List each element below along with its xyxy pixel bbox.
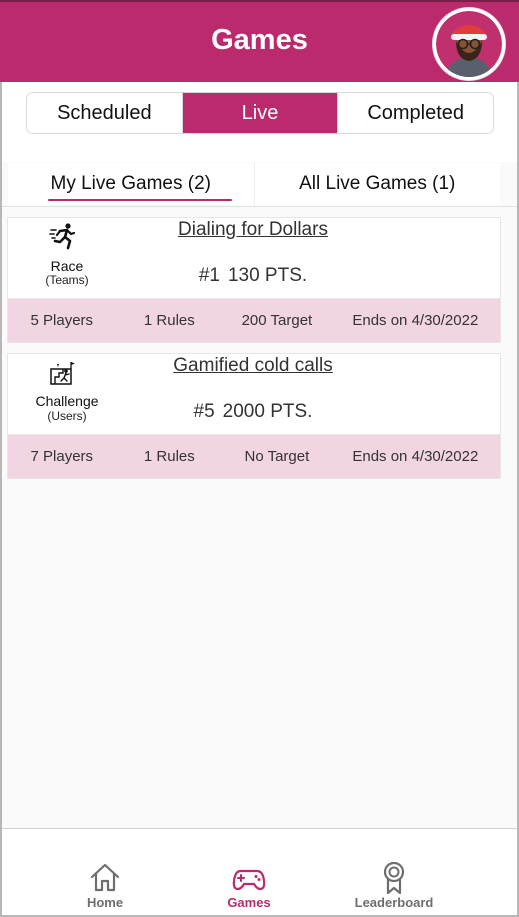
nav-home[interactable]: Home bbox=[50, 829, 160, 916]
nav-leaderboard[interactable]: Leaderboard bbox=[339, 829, 449, 916]
players-count: 7 Players bbox=[30, 448, 94, 465]
challenge-climb-icon bbox=[50, 362, 75, 385]
award-ribbon-icon bbox=[383, 861, 405, 895]
target-value: 200 Target bbox=[241, 312, 313, 329]
rules-count: 1 Rules bbox=[143, 312, 195, 329]
game-type-label: Race bbox=[50, 258, 84, 274]
points-value: 130 PTS. bbox=[227, 265, 308, 286]
game-card[interactable]: Challenge (Users) Gamified cold calls #5… bbox=[7, 353, 501, 479]
players-count: 5 Players bbox=[30, 312, 94, 329]
live-games-subtabs: My Live Games (2) All Live Games (1) bbox=[8, 163, 500, 205]
game-rank-points: #1 130 PTS. bbox=[126, 265, 380, 287]
bottom-navigation: Home Games Leaderboard bbox=[2, 828, 517, 915]
tab-scheduled[interactable]: Scheduled bbox=[27, 93, 182, 133]
running-person-icon bbox=[49, 223, 76, 250]
nav-leaderboard-label: Leaderboard bbox=[354, 895, 434, 910]
tab-all-live-games[interactable]: All Live Games (1) bbox=[253, 163, 501, 205]
target-value: No Target bbox=[244, 448, 310, 465]
nav-games[interactable]: Games bbox=[194, 829, 304, 916]
nav-games-label: Games bbox=[227, 895, 271, 910]
game-type-sub: (Users) bbox=[47, 409, 87, 423]
game-title-link[interactable]: Dialing for Dollars bbox=[126, 219, 380, 241]
tab-my-live-games-label: My Live Games (2) bbox=[50, 173, 211, 194]
active-tab-underline bbox=[48, 199, 232, 201]
tab-completed[interactable]: Completed bbox=[337, 93, 493, 133]
status-segmented-control: Scheduled Live Completed bbox=[26, 92, 494, 134]
nav-home-label: Home bbox=[86, 895, 124, 910]
points-value: 2000 PTS. bbox=[222, 401, 313, 422]
game-type-label: Challenge bbox=[35, 393, 99, 409]
rank-value: #1 bbox=[198, 265, 220, 286]
game-type-sub: (Teams) bbox=[45, 273, 89, 287]
divider bbox=[2, 206, 517, 207]
game-rank-points: #5 2000 PTS. bbox=[126, 401, 380, 423]
tab-live[interactable]: Live bbox=[181, 93, 338, 133]
avatar[interactable] bbox=[433, 8, 505, 80]
game-stats-row: 7 Players 1 Rules No Target Ends on 4/30… bbox=[8, 434, 500, 478]
tab-all-live-games-label: All Live Games (1) bbox=[299, 173, 456, 194]
game-card[interactable]: Race (Teams) Dialing for Dollars #1 130 P… bbox=[7, 217, 501, 343]
home-icon bbox=[90, 863, 120, 892]
gamepad-icon bbox=[232, 869, 266, 891]
rules-count: 1 Rules bbox=[143, 448, 195, 465]
user-avatar-icon bbox=[436, 11, 502, 77]
game-title-link[interactable]: Gamified cold calls bbox=[126, 355, 380, 377]
app-header: Games bbox=[0, 0, 519, 82]
tab-my-live-games[interactable]: My Live Games (2) bbox=[8, 163, 254, 205]
game-stats-row: 5 Players 1 Rules 200 Target Ends on 4/3… bbox=[8, 298, 500, 342]
end-date: Ends on 4/30/2022 bbox=[352, 312, 479, 329]
rank-value: #5 bbox=[193, 401, 215, 422]
end-date: Ends on 4/30/2022 bbox=[352, 448, 479, 465]
